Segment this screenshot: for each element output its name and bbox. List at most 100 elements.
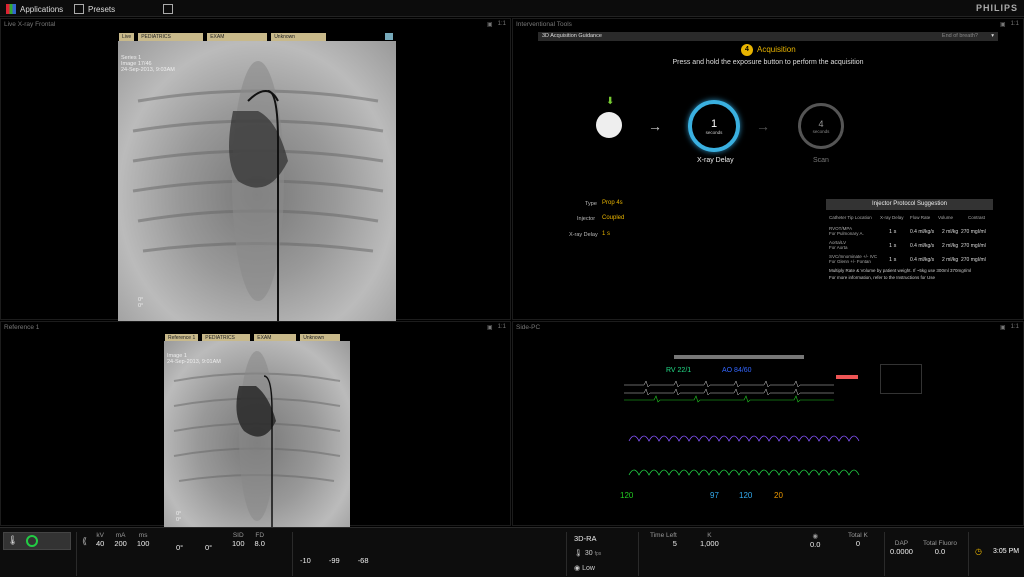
applications-menu[interactable]: Applications: [6, 3, 63, 15]
row-loc-2: For Glenn +/- Fontan: [829, 259, 871, 264]
xray-delay-field-value[interactable]: 1 s: [602, 231, 610, 237]
guidance-title: 3D Acquisition Guidance: [542, 33, 602, 39]
injector-value[interactable]: Coupled: [602, 215, 624, 221]
brand-logo: PHILIPS: [975, 3, 1018, 13]
row-flow: 0.4 ml/kg/s: [910, 243, 935, 249]
monitor-gear-icon: [163, 4, 173, 14]
k-value-cell: K 1,000: [700, 532, 719, 548]
waveforms: [624, 380, 860, 476]
row-delay: 1 s: [889, 243, 897, 249]
zoom-ratio[interactable]: 1:1: [1011, 21, 1019, 28]
total-k-cell: Total K 0: [848, 532, 868, 548]
orientation-icon[interactable]: [385, 33, 393, 40]
zoom-ratio[interactable]: 1:1: [498, 21, 506, 28]
zoom-ratio[interactable]: 1:1: [1011, 324, 1019, 331]
eye-icon: ◉: [812, 533, 819, 540]
dap-cell: DAP 0.0000: [890, 540, 913, 556]
pulse-rate: 120: [739, 491, 753, 500]
top-bar: Applications Presets PHILIPS: [0, 0, 1024, 17]
pane-controls: ▣ 1:1: [1000, 21, 1019, 28]
row-volume: 2 ml/kg: [942, 257, 959, 263]
frame-rate-unit: fps: [594, 551, 602, 557]
camera-icon[interactable]: ▣: [487, 324, 493, 331]
row-flow: 0.4 ml/kg/s: [910, 257, 935, 263]
row-contrast: 270 mgI/ml: [961, 257, 986, 263]
step-number-badge: 4: [741, 44, 753, 56]
pane-controls: ▣ 1:1: [1000, 324, 1019, 331]
guidance-question: End of breath?: [941, 33, 978, 39]
live-xray-image[interactable]: Series 1 Image 17/46 24-Sep-2013, 9:03AM…: [118, 41, 396, 321]
injector-label: Injector: [577, 216, 596, 222]
spo2: 97: [710, 491, 719, 500]
injector-note-1: Multiply Rate & Volume by patient weight…: [829, 268, 971, 273]
delay-label: X-ray Delay: [697, 157, 734, 164]
presets-menu[interactable]: Presets: [74, 3, 115, 15]
monitor-side-panel: [880, 364, 922, 394]
col-delay: X-ray Delay: [880, 215, 904, 220]
delay-unit: seconds: [705, 129, 723, 135]
reference-date: 24-Sep-2013, 9:01AM: [167, 359, 221, 365]
exposure-status-box[interactable]: 🌡: [3, 532, 71, 550]
injector-protocol-header: Injector Protocol Suggestion: [826, 199, 993, 210]
scan-ring: 4 seconds: [798, 103, 844, 149]
pane-title: Reference 1: [4, 324, 40, 331]
row-contrast: 270 mgI/ml: [961, 243, 986, 249]
step-title: Acquisition: [757, 45, 796, 54]
frame-rate-icon: 🌡: [574, 550, 583, 557]
exposure-hand-icon: [596, 112, 622, 138]
screen-settings-button[interactable]: [163, 3, 173, 15]
xray-tube-icon: ⟪: [82, 536, 88, 546]
total-fluoro-cell: Total Fluoro 0.0: [923, 540, 957, 556]
fd-cell: FD 8.0: [254, 532, 265, 548]
ma-cell: mA 200: [114, 532, 127, 548]
ready-ring-icon: [26, 535, 38, 547]
zoom-ratio[interactable]: 1:1: [498, 324, 506, 331]
tag-live: Live: [119, 33, 135, 41]
camera-icon[interactable]: ▣: [1000, 324, 1006, 331]
acquisition-date: 24-Sep-2013, 9:03AM: [121, 67, 175, 73]
instruction-text: Press and hold the exposure button to pe…: [672, 59, 864, 66]
table-pos-2: -99: [328, 556, 340, 565]
thermometer-icon: 🌡: [7, 535, 19, 545]
guidance-dropdown-icon[interactable]: ▾: [991, 32, 994, 41]
reference-xray-graphic: [173, 351, 341, 527]
type-value[interactable]: Prop 4s: [602, 200, 623, 206]
angle-b: 0°: [138, 303, 144, 309]
pane-title: Interventional Tools: [516, 21, 572, 28]
applications-icon: [6, 4, 16, 14]
clock-icon: ◷: [975, 547, 982, 556]
tag-patient: Unknown: [271, 33, 327, 41]
arrow-right-dim-icon: →: [756, 118, 770, 134]
angulation-2: 0°: [205, 543, 213, 552]
sid-cell: SID 100: [232, 532, 245, 548]
guidance-header: 3D Acquisition Guidance End of breath? ▾: [538, 32, 998, 41]
injector-note-2: For more information, refer to the Instr…: [829, 275, 936, 280]
arrow-right-icon: →: [648, 118, 662, 134]
respiration-rate: 20: [774, 491, 783, 500]
presets-icon: [74, 4, 84, 14]
reference-pane[interactable]: Reference 1 ▣ 1:1 Reference 1 PEDIATRICS…: [0, 321, 511, 527]
dose-level-row[interactable]: ◉ Low: [574, 564, 595, 572]
col-location: Catheter Tip Location: [829, 215, 872, 220]
frame-rate-row[interactable]: 🌡 30 fps: [574, 549, 601, 557]
delay-value: 1: [710, 117, 718, 130]
ms-cell: ms 100: [136, 532, 150, 548]
camera-icon[interactable]: ▣: [487, 21, 493, 28]
acquisition-mode[interactable]: 3D-RA: [574, 534, 597, 543]
angulation-1: 0°: [176, 543, 184, 552]
camera-icon[interactable]: ▣: [1000, 21, 1006, 28]
live-xray-pane[interactable]: Live X-ray Frontal ▣ 1:1 Live PEDIATRICS…: [0, 18, 511, 321]
reference-xray-image[interactable]: Image 1 24-Sep-2013, 9:01AM 0° 0°: [164, 341, 350, 527]
hemodynamic-monitor[interactable]: RV 22/1 AO 84/60 120 97 120 20: [614, 355, 866, 503]
scan-value: 4: [818, 118, 824, 129]
heart-rate: 120: [620, 491, 634, 500]
scan-label: Scan: [813, 157, 829, 164]
scan-unit: seconds: [812, 128, 830, 134]
table-position: -10 -99 -68: [300, 556, 369, 565]
time-left-cell: Time Left 5: [650, 532, 677, 548]
tag-exam: EXAM: [207, 33, 268, 41]
table-pos-1: -10: [300, 556, 311, 565]
pane-title: Live X-ray Frontal: [4, 21, 56, 28]
row-loc-2: For Aorta: [829, 245, 848, 250]
clock: 3:05 PM: [993, 548, 1020, 555]
